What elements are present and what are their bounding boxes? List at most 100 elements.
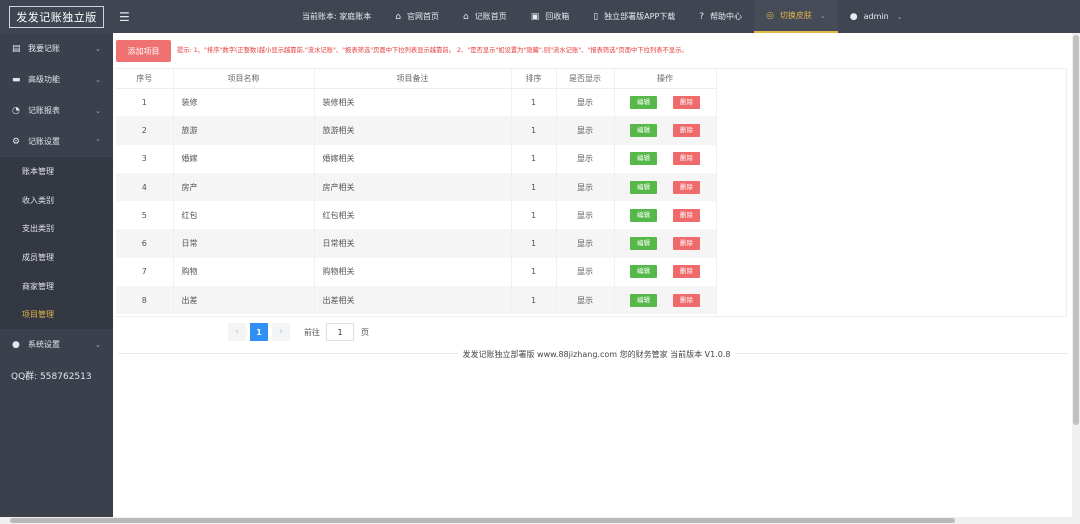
cell-show: 显示 xyxy=(556,286,615,315)
table-row: 7 购物 购物相关 1 显示 编辑 删除 xyxy=(116,257,717,287)
book-icon: ▤ xyxy=(12,43,21,54)
top-bar: 发发记账独立版 ☰ 当前账本: 家庭账本 ⌂ 官网首页 ⌂ 记账首页 ▣ 回收箱 ▯ 独… xyxy=(0,0,1080,33)
cell-no: 8 xyxy=(116,286,174,315)
cell-actions: 编辑 删除 xyxy=(614,257,717,287)
edit-button[interactable]: 编辑 xyxy=(630,152,657,166)
cell-note: 出差相关 xyxy=(314,286,512,315)
page-unit-label: 页 xyxy=(361,327,369,337)
cell-actions: 编辑 删除 xyxy=(614,229,717,258)
skin-icon: ◎ xyxy=(766,10,774,21)
cell-name: 旅游 xyxy=(173,116,315,145)
table-header-row: 序号 项目名称 项目备注 排序 是否显示 操作 xyxy=(116,69,717,89)
vertical-scrollbar-thumb[interactable] xyxy=(1073,35,1079,425)
briefcase-icon: ▬ xyxy=(12,74,21,85)
cell-sort: 1 xyxy=(511,172,557,202)
sidebar-item-reports[interactable]: ◔ 记账报表 ⌄ xyxy=(0,95,113,126)
cell-show: 显示 xyxy=(556,88,615,117)
cell-name: 装修 xyxy=(173,88,315,117)
sidebar-sub-income-category[interactable]: 收入类别 xyxy=(0,185,113,215)
cell-sort: 1 xyxy=(511,229,557,258)
cell-no: 4 xyxy=(116,172,174,202)
chevron-down-icon: ⌄ xyxy=(95,44,101,53)
home-icon: ⌂ xyxy=(395,11,401,22)
sidebar-sub-merchant-manage[interactable]: 商家管理 xyxy=(0,271,113,301)
sidebar-item-system[interactable]: ● 系统设置 ⌄ xyxy=(0,329,113,360)
sidebar-sub-book-manage[interactable]: 账本管理 xyxy=(0,157,113,186)
footer-text: 发发记账独立部署版 www.88jizhang.com 您的财务管家 当前版本 … xyxy=(458,350,735,359)
delete-button[interactable]: 删除 xyxy=(673,180,700,194)
sidebar-item-label: 我要记账 xyxy=(28,44,60,53)
top-nav: 当前账本: 家庭账本 ⌂ 官网首页 ⌂ 记账首页 ▣ 回收箱 ▯ 独立部署版APP下载 … xyxy=(290,0,915,33)
cell-name: 出差 xyxy=(173,286,315,315)
nav-help-center[interactable]: ? 帮助中心 xyxy=(687,0,754,33)
chevron-up-icon: ⌃ xyxy=(95,137,101,146)
goto-page-input[interactable] xyxy=(326,323,354,341)
delete-button[interactable]: 删除 xyxy=(673,265,700,279)
nav-official-home[interactable]: ⌂ 官网首页 xyxy=(383,0,451,33)
trash-icon: ▣ xyxy=(530,11,540,22)
edit-button[interactable]: 编辑 xyxy=(630,237,657,251)
project-table-wrap: 序号 项目名称 项目备注 排序 是否显示 操作 1 装修 装修相关 1 显示 编辑 删除 2 旅… xyxy=(116,68,1067,317)
chevron-down-icon: ⌄ xyxy=(819,11,826,20)
nav-recycle-bin[interactable]: ▣ 回收箱 xyxy=(519,0,582,33)
current-book-text: 当前账本: 家庭账本 xyxy=(302,12,372,21)
col-header-note: 项目备注 xyxy=(314,69,512,89)
edit-button[interactable]: 编辑 xyxy=(630,265,657,279)
tip-text: 提示: 1、"排序"数字(正整数)越小显示越靠前,"流水记账"、"报表筛选"页面… xyxy=(177,47,688,54)
table-row: 8 出差 出差相关 1 显示 编辑 删除 xyxy=(116,286,717,315)
sidebar-item-bookkeeping[interactable]: ▤ 我要记账 ⌄ xyxy=(0,33,113,64)
col-header-no: 序号 xyxy=(116,69,174,89)
table-row: 6 日常 日常相关 1 显示 编辑 删除 xyxy=(116,229,717,258)
nav-app-download[interactable]: ▯ 独立部署版APP下载 xyxy=(581,0,687,33)
cell-show: 显示 xyxy=(556,116,615,145)
sidebar-item-label: 系统设置 xyxy=(28,340,60,350)
edit-button[interactable]: 编辑 xyxy=(630,208,657,222)
nav-bookkeeping-home[interactable]: ⌂ 记账首页 xyxy=(451,0,519,33)
chevron-down-icon: ⌄ xyxy=(95,75,101,84)
delete-button[interactable]: 删除 xyxy=(673,237,700,251)
horizontal-scrollbar-thumb[interactable] xyxy=(10,518,955,523)
sidebar-sub-project-manage[interactable]: 项目管理 xyxy=(0,300,113,330)
vertical-scrollbar[interactable] xyxy=(1072,33,1080,517)
cell-actions: 编辑 删除 xyxy=(614,286,717,315)
delete-button[interactable]: 删除 xyxy=(673,208,700,222)
cell-note: 房产相关 xyxy=(314,172,512,202)
sidebar-qq-group: QQ群: 558762513 xyxy=(11,372,92,383)
delete-button[interactable]: 删除 xyxy=(673,95,700,109)
table-row: 3 婚嫁 婚嫁相关 1 显示 编辑 删除 xyxy=(116,144,717,173)
nav-label: 回收箱 xyxy=(545,12,570,21)
sidebar-item-advanced[interactable]: ▬ 高级功能 ⌄ xyxy=(0,64,113,95)
cell-note: 购物相关 xyxy=(314,257,512,287)
project-table: 序号 项目名称 项目备注 排序 是否显示 操作 1 装修 装修相关 1 显示 编辑 删除 2 旅… xyxy=(116,69,717,315)
horizontal-scrollbar[interactable] xyxy=(0,517,1080,524)
edit-button[interactable]: 编辑 xyxy=(630,180,657,194)
chevron-down-icon: ⌄ xyxy=(95,106,101,115)
edit-button[interactable]: 编辑 xyxy=(630,95,657,109)
delete-button[interactable]: 删除 xyxy=(673,293,700,307)
cell-note: 红包相关 xyxy=(314,201,512,230)
page-number-current[interactable]: 1 xyxy=(250,323,268,341)
nav-label: 记账首页 xyxy=(474,12,507,21)
menu-icon[interactable]: ☰ xyxy=(119,10,139,24)
sidebar-sub-member-manage[interactable]: 成员管理 xyxy=(0,243,113,272)
cell-actions: 编辑 删除 xyxy=(614,144,717,173)
cell-no: 3 xyxy=(116,144,174,173)
edit-button[interactable]: 编辑 xyxy=(630,293,657,307)
nav-admin[interactable]: ● admin ⌄ xyxy=(838,0,915,33)
delete-button[interactable]: 删除 xyxy=(673,123,700,137)
prev-page-button[interactable]: ‹ xyxy=(228,323,246,341)
sidebar-sub-expense-category[interactable]: 支出类别 xyxy=(0,214,113,244)
cell-actions: 编辑 删除 xyxy=(614,88,717,117)
cell-sort: 1 xyxy=(511,144,557,173)
nav-label: 切换皮肤 xyxy=(779,11,812,20)
app-logo[interactable]: 发发记账独立版 xyxy=(9,5,104,28)
next-page-button[interactable]: › xyxy=(272,323,290,341)
edit-button[interactable]: 编辑 xyxy=(630,123,657,137)
nav-switch-skin[interactable]: ◎ 切换皮肤 ⌄ xyxy=(754,0,838,33)
chevron-down-icon: ⌄ xyxy=(95,340,101,349)
cell-show: 显示 xyxy=(556,201,615,230)
sidebar-item-settings[interactable]: ⚙ 记账设置 ⌃ xyxy=(0,126,113,157)
delete-button[interactable]: 删除 xyxy=(673,152,700,166)
sidebar-item-label: 记账设置 xyxy=(28,137,60,146)
add-project-button[interactable]: 添加项目 xyxy=(116,40,171,62)
